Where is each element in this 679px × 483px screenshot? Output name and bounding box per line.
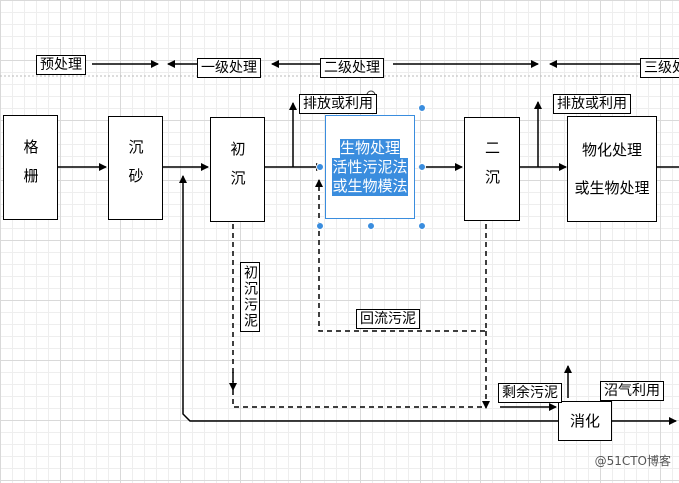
resize-handle[interactable] — [418, 104, 426, 112]
resize-handle[interactable] — [367, 222, 375, 230]
label-discharge-1: 排放或利用 — [299, 94, 377, 114]
watermark: @51CTO博客 — [594, 454, 671, 468]
resize-handle[interactable] — [418, 163, 426, 171]
label-return-sludge: 回流污泥 — [356, 309, 420, 329]
physchem-line-1: 物化处理 — [581, 141, 642, 159]
bio-line-1: 生物处理 — [339, 139, 400, 158]
resize-handle[interactable] — [316, 163, 324, 171]
label-primary-sludge: 初沉污泥 — [240, 262, 260, 332]
bio-line-3: 或生物模法 — [332, 177, 408, 196]
sludge-collector-line — [232, 372, 485, 408]
label-level2: 二级处理 — [320, 58, 384, 78]
box-digestion[interactable]: 消化 — [558, 401, 612, 441]
physchem-line-2: 或生物处理 — [574, 179, 650, 197]
box-grit[interactable]: 沉砂 — [108, 116, 163, 220]
resize-handle[interactable] — [316, 222, 324, 230]
bio-text: 生物处理 活性污泥法 或生物模法 — [329, 139, 411, 196]
label-level3: 三级处 — [640, 58, 679, 78]
box-physchem[interactable]: 物化处理 或生物处理 — [567, 116, 657, 222]
box-primary-clarifier[interactable]: 初沉 — [210, 117, 265, 222]
label-excess-sludge: 剩余污泥 — [498, 383, 562, 403]
label-pretreat: 预处理 — [36, 55, 86, 75]
bio-line-2: 活性污泥法 — [332, 158, 408, 177]
box-secondary-clarifier[interactable]: 二沉 — [464, 117, 520, 221]
label-biogas: 沼气利用 — [600, 381, 664, 401]
resize-handle[interactable] — [418, 222, 426, 230]
box-grille[interactable]: 格栅 — [3, 115, 58, 220]
label-discharge-2: 排放或利用 — [553, 94, 631, 114]
label-level1: 一级处理 — [197, 58, 261, 78]
